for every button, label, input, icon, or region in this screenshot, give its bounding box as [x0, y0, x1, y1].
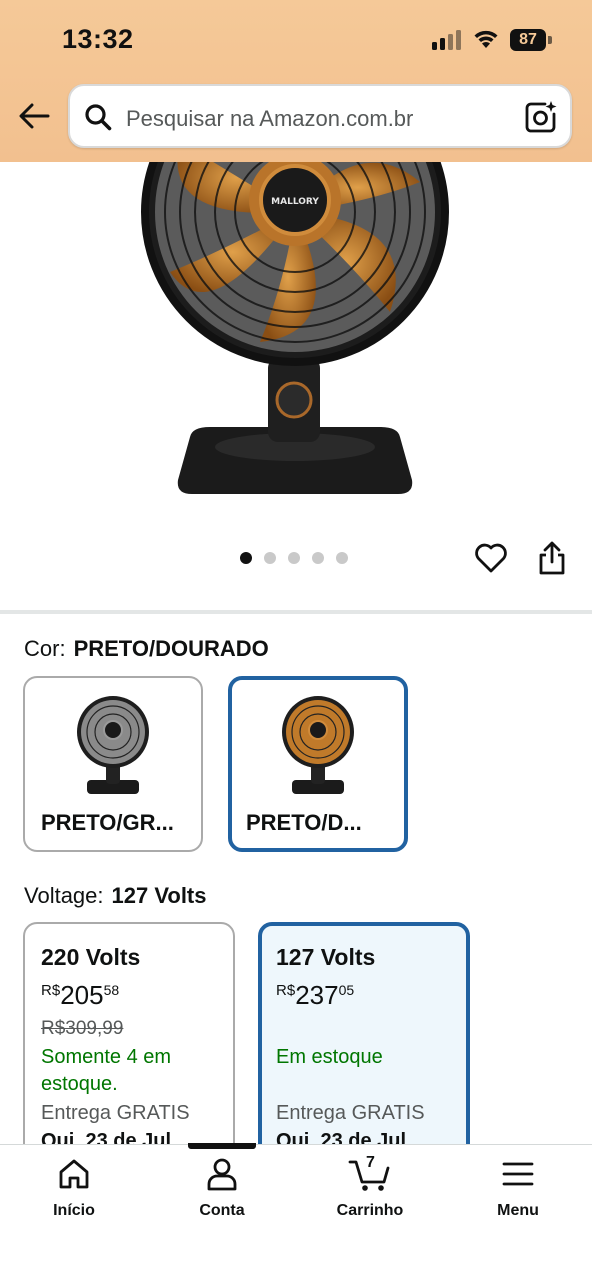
wifi-icon	[474, 30, 498, 48]
color-option-label: PRETO/GR...	[41, 810, 174, 835]
voltage-option-price: R$23705	[276, 980, 355, 1010]
search-bar[interactable]: Pesquisar na Amazon.com.br	[68, 84, 572, 148]
voltage-selected-value: 127 Volts	[111, 883, 207, 908]
search-input[interactable]: Pesquisar na Amazon.com.br	[126, 106, 413, 132]
nav-home[interactable]: Início	[14, 1156, 134, 1226]
home-icon	[59, 1159, 89, 1189]
fan-thumbnail-image	[77, 696, 149, 794]
voltage-option-name: 127 Volts	[276, 944, 376, 970]
cart-count-badge: 7	[366, 1154, 375, 1171]
status-time: 13:32	[62, 24, 134, 54]
pagination-dot[interactable]	[336, 552, 348, 564]
list-price: R$309,99	[41, 1018, 124, 1039]
nav-label: Início	[53, 1202, 95, 1219]
nav-account[interactable]: Conta	[162, 1156, 282, 1226]
battery-icon: 87	[510, 29, 552, 51]
account-icon	[207, 1158, 237, 1191]
svg-text:MALLORY: MALLORY	[271, 197, 319, 207]
app-header: 13:32 87 Pesquisar na Amazon.com.br	[0, 0, 592, 162]
color-option-label: PRETO/D...	[246, 810, 362, 835]
battery-level: 87	[510, 29, 546, 51]
voltage-option-127[interactable]: 127 Volts R$23705 Em estoque Entrega GRA…	[258, 922, 470, 1182]
desk-fan-image: MALLORY	[141, 162, 449, 494]
menu-icon	[502, 1162, 534, 1186]
color-option-preto-grafite[interactable]: PRETO/GR...	[23, 676, 203, 852]
voltage-option-name: 220 Volts	[41, 944, 141, 970]
product-image[interactable]: MALLORY	[130, 162, 460, 502]
section-divider	[0, 610, 592, 614]
voltage-label-row: Voltage: 127 Volts	[24, 883, 207, 909]
search-icon	[85, 104, 112, 131]
nav-label: Conta	[199, 1202, 245, 1219]
back-button[interactable]	[16, 98, 52, 134]
active-tab-indicator	[188, 1143, 256, 1149]
arrow-left-icon	[19, 103, 50, 129]
voltage-option-price: R$20558	[41, 980, 120, 1010]
camera-search-icon[interactable]	[524, 100, 558, 134]
shipping-info: Entrega GRATIS	[276, 1102, 425, 1124]
nav-label: Carrinho	[336, 1202, 404, 1219]
nav-label: Menu	[497, 1202, 539, 1219]
color-selected-value: PRETO/DOURADO	[73, 636, 269, 661]
pagination-dot[interactable]	[264, 552, 276, 564]
stock-status: Somente 4 em estoque.	[41, 1046, 172, 1095]
stock-status: Em estoque	[276, 1046, 383, 1068]
pagination-dot[interactable]	[240, 552, 252, 564]
nav-menu[interactable]: Menu	[458, 1156, 578, 1226]
image-pagination[interactable]	[240, 552, 348, 564]
pagination-dot[interactable]	[312, 552, 324, 564]
color-label: Cor:	[24, 636, 66, 661]
voltage-label: Voltage:	[24, 883, 104, 908]
nav-cart[interactable]: 7 Carrinho	[310, 1154, 430, 1226]
share-icon[interactable]	[536, 540, 568, 576]
shipping-info: Entrega GRATIS	[41, 1102, 190, 1124]
heart-icon[interactable]	[474, 542, 508, 574]
pagination-dot[interactable]	[288, 552, 300, 564]
color-label-row: Cor: PRETO/DOURADO	[24, 636, 269, 662]
cellular-signal-icon	[432, 30, 461, 50]
fan-thumbnail-image	[282, 696, 354, 794]
color-option-preto-dourado[interactable]: PRETO/D...	[228, 676, 408, 852]
